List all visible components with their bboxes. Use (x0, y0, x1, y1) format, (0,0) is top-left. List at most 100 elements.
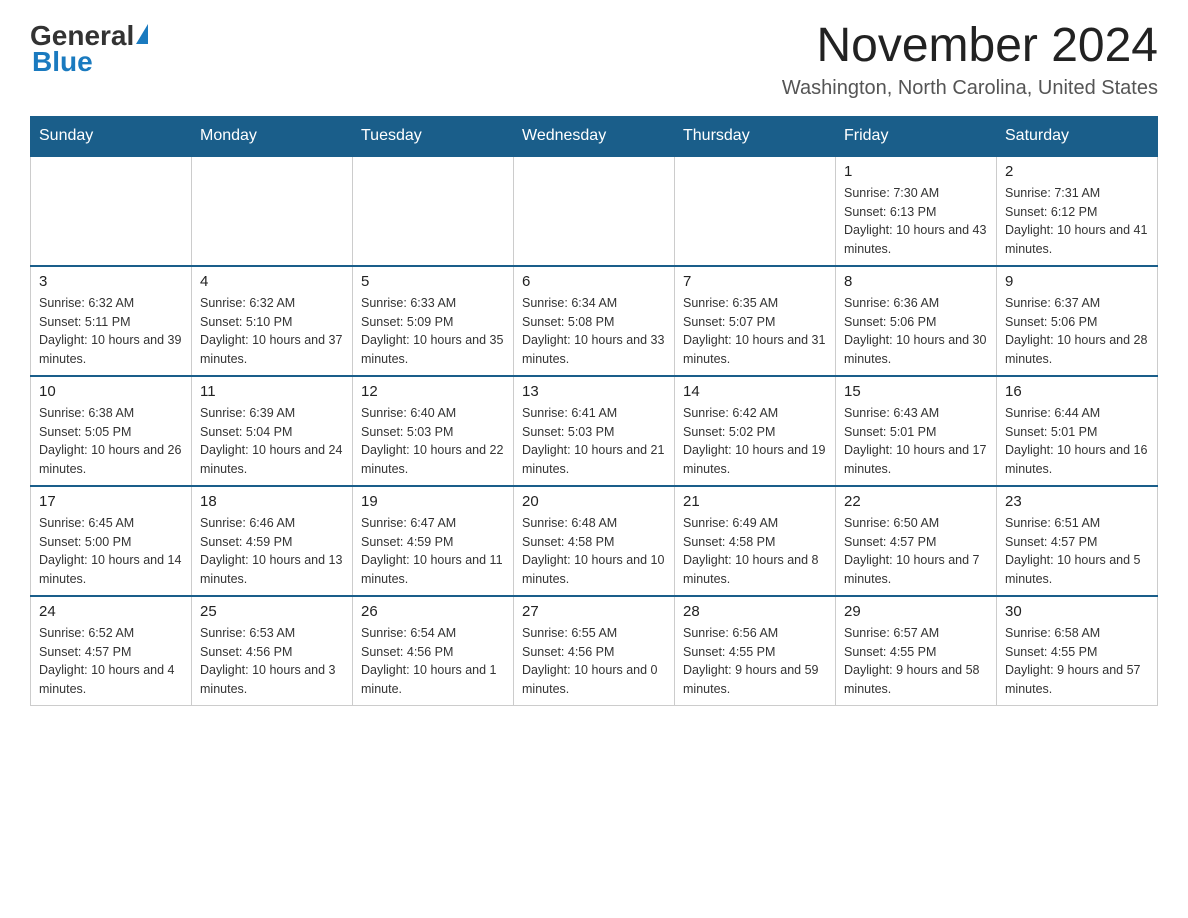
day-number: 25 (200, 603, 344, 620)
day-info: Sunrise: 6:35 AMSunset: 5:07 PMDaylight:… (683, 294, 827, 369)
calendar-cell (31, 156, 192, 266)
page-header: General Blue November 2024 Washington, N… (30, 20, 1158, 100)
day-info: Sunrise: 6:56 AMSunset: 4:55 PMDaylight:… (683, 624, 827, 699)
calendar-cell: 21Sunrise: 6:49 AMSunset: 4:58 PMDayligh… (675, 486, 836, 596)
header-saturday: Saturday (997, 116, 1158, 156)
day-info: Sunrise: 6:53 AMSunset: 4:56 PMDaylight:… (200, 624, 344, 699)
calendar-cell: 22 Sunrise: 6:50 AMSunset: 4:57 PMDayligh… (836, 486, 997, 596)
calendar-cell: 11 Sunrise: 6:39 AMSunset: 5:04 PMDayligh… (192, 376, 353, 486)
day-info: Sunrise: 6:40 AMSunset: 5:03 PMDaylight:… (361, 404, 505, 479)
day-info: Sunrise: 6:50 AMSunset: 4:57 PMDaylight:… (844, 514, 988, 589)
day-info: Sunrise: 6:52 AMSunset: 4:57 PMDaylight:… (39, 624, 183, 699)
calendar-cell: 10 Sunrise: 6:38 AMSunset: 5:05 PMDayligh… (31, 376, 192, 486)
calendar-cell: 18 Sunrise: 6:46 AMSunset: 4:59 PMDayligh… (192, 486, 353, 596)
day-info: Sunrise: 6:45 AMSunset: 5:00 PMDaylight:… (39, 514, 183, 589)
day-number: 22 (844, 493, 988, 510)
calendar-header-row: SundayMondayTuesdayWednesdayThursdayFrid… (31, 116, 1158, 156)
logo-triangle-icon (136, 24, 148, 44)
day-number: 23 (1005, 493, 1149, 510)
day-number: 20 (522, 493, 666, 510)
main-title: November 2024 (782, 20, 1158, 73)
day-number: 14 (683, 383, 827, 400)
day-number: 19 (361, 493, 505, 510)
day-number: 2 (1005, 163, 1149, 180)
header-sunday: Sunday (31, 116, 192, 156)
header-thursday: Thursday (675, 116, 836, 156)
calendar-cell: 24 Sunrise: 6:52 AMSunset: 4:57 PMDayligh… (31, 596, 192, 706)
calendar-cell (514, 156, 675, 266)
calendar-cell: 1 Sunrise: 7:30 AMSunset: 6:13 PMDaylight… (836, 156, 997, 266)
day-info: Sunrise: 6:44 AMSunset: 5:01 PMDaylight:… (1005, 404, 1149, 479)
calendar-cell: 3 Sunrise: 6:32 AMSunset: 5:11 PMDaylight… (31, 266, 192, 376)
calendar-cell: 2 Sunrise: 7:31 AMSunset: 6:12 PMDaylight… (997, 156, 1158, 266)
calendar-week-1: 1 Sunrise: 7:30 AMSunset: 6:13 PMDaylight… (31, 156, 1158, 266)
calendar-cell: 4Sunrise: 6:32 AMSunset: 5:10 PMDaylight… (192, 266, 353, 376)
title-section: November 2024 Washington, North Carolina… (782, 20, 1158, 100)
day-info: Sunrise: 6:42 AMSunset: 5:02 PMDaylight:… (683, 404, 827, 479)
calendar-week-2: 3 Sunrise: 6:32 AMSunset: 5:11 PMDaylight… (31, 266, 1158, 376)
header-friday: Friday (836, 116, 997, 156)
calendar-cell: 20 Sunrise: 6:48 AMSunset: 4:58 PMDayligh… (514, 486, 675, 596)
calendar-cell: 23 Sunrise: 6:51 AMSunset: 4:57 PMDayligh… (997, 486, 1158, 596)
header-tuesday: Tuesday (353, 116, 514, 156)
day-number: 18 (200, 493, 344, 510)
logo-blue-text: Blue (30, 46, 93, 78)
day-info: Sunrise: 7:30 AMSunset: 6:13 PMDaylight:… (844, 184, 988, 259)
day-info: Sunrise: 6:55 AMSunset: 4:56 PMDaylight:… (522, 624, 666, 699)
day-info: Sunrise: 6:54 AMSunset: 4:56 PMDaylight:… (361, 624, 505, 699)
calendar-cell: 12 Sunrise: 6:40 AMSunset: 5:03 PMDayligh… (353, 376, 514, 486)
day-number: 6 (522, 273, 666, 290)
day-number: 29 (844, 603, 988, 620)
day-number: 12 (361, 383, 505, 400)
calendar-cell: 26 Sunrise: 6:54 AMSunset: 4:56 PMDayligh… (353, 596, 514, 706)
calendar-week-3: 10 Sunrise: 6:38 AMSunset: 5:05 PMDayligh… (31, 376, 1158, 486)
calendar-cell: 28 Sunrise: 6:56 AMSunset: 4:55 PMDayligh… (675, 596, 836, 706)
calendar-cell: 16 Sunrise: 6:44 AMSunset: 5:01 PMDayligh… (997, 376, 1158, 486)
day-number: 24 (39, 603, 183, 620)
day-info: Sunrise: 6:34 AMSunset: 5:08 PMDaylight:… (522, 294, 666, 369)
day-number: 3 (39, 273, 183, 290)
calendar-cell: 14 Sunrise: 6:42 AMSunset: 5:02 PMDayligh… (675, 376, 836, 486)
day-number: 30 (1005, 603, 1149, 620)
calendar-cell: 29 Sunrise: 6:57 AMSunset: 4:55 PMDayligh… (836, 596, 997, 706)
day-info: Sunrise: 6:57 AMSunset: 4:55 PMDaylight:… (844, 624, 988, 699)
calendar-week-4: 17 Sunrise: 6:45 AMSunset: 5:00 PMDayligh… (31, 486, 1158, 596)
day-info: Sunrise: 6:39 AMSunset: 5:04 PMDaylight:… (200, 404, 344, 479)
calendar-table: SundayMondayTuesdayWednesdayThursdayFrid… (30, 116, 1158, 707)
day-info: Sunrise: 6:32 AMSunset: 5:11 PMDaylight:… (39, 294, 183, 369)
day-number: 15 (844, 383, 988, 400)
day-number: 27 (522, 603, 666, 620)
header-wednesday: Wednesday (514, 116, 675, 156)
day-info: Sunrise: 6:38 AMSunset: 5:05 PMDaylight:… (39, 404, 183, 479)
day-number: 26 (361, 603, 505, 620)
day-number: 16 (1005, 383, 1149, 400)
day-number: 28 (683, 603, 827, 620)
day-number: 11 (200, 383, 344, 400)
day-number: 10 (39, 383, 183, 400)
calendar-cell: 7 Sunrise: 6:35 AMSunset: 5:07 PMDaylight… (675, 266, 836, 376)
day-info: Sunrise: 6:41 AMSunset: 5:03 PMDaylight:… (522, 404, 666, 479)
calendar-cell: 13Sunrise: 6:41 AMSunset: 5:03 PMDayligh… (514, 376, 675, 486)
calendar-cell (192, 156, 353, 266)
calendar-cell: 8 Sunrise: 6:36 AMSunset: 5:06 PMDaylight… (836, 266, 997, 376)
day-info: Sunrise: 6:36 AMSunset: 5:06 PMDaylight:… (844, 294, 988, 369)
calendar-cell: 25 Sunrise: 6:53 AMSunset: 4:56 PMDayligh… (192, 596, 353, 706)
logo: General Blue (30, 20, 148, 78)
calendar-cell: 5Sunrise: 6:33 AMSunset: 5:09 PMDaylight… (353, 266, 514, 376)
day-info: Sunrise: 6:46 AMSunset: 4:59 PMDaylight:… (200, 514, 344, 589)
day-number: 7 (683, 273, 827, 290)
day-info: Sunrise: 6:47 AMSunset: 4:59 PMDaylight:… (361, 514, 505, 589)
day-number: 17 (39, 493, 183, 510)
day-info: Sunrise: 6:51 AMSunset: 4:57 PMDaylight:… (1005, 514, 1149, 589)
day-info: Sunrise: 6:58 AMSunset: 4:55 PMDaylight:… (1005, 624, 1149, 699)
day-info: Sunrise: 7:31 AMSunset: 6:12 PMDaylight:… (1005, 184, 1149, 259)
day-info: Sunrise: 6:48 AMSunset: 4:58 PMDaylight:… (522, 514, 666, 589)
day-info: Sunrise: 6:43 AMSunset: 5:01 PMDaylight:… (844, 404, 988, 479)
day-number: 5 (361, 273, 505, 290)
calendar-cell: 15 Sunrise: 6:43 AMSunset: 5:01 PMDayligh… (836, 376, 997, 486)
day-info: Sunrise: 6:49 AMSunset: 4:58 PMDaylight:… (683, 514, 827, 589)
day-info: Sunrise: 6:37 AMSunset: 5:06 PMDaylight:… (1005, 294, 1149, 369)
day-number: 8 (844, 273, 988, 290)
calendar-cell: 19 Sunrise: 6:47 AMSunset: 4:59 PMDayligh… (353, 486, 514, 596)
day-number: 1 (844, 163, 988, 180)
